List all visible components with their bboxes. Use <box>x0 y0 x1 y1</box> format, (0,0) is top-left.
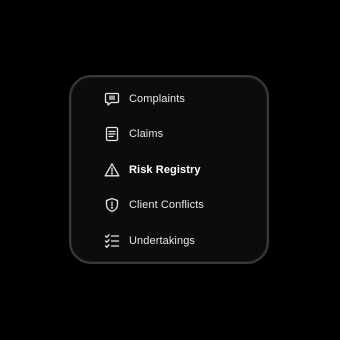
menu-item-label: Risk Registry <box>129 164 201 176</box>
menu-item-label: Undertakings <box>129 235 196 247</box>
menu-item-label: Complaints <box>129 93 186 105</box>
message-alert-icon <box>104 91 120 107</box>
menu-item-claims[interactable]: Claims <box>104 123 163 145</box>
document-lines-icon <box>104 126 120 142</box>
warning-triangle-icon <box>104 162 120 178</box>
menu-item-label: Claims <box>129 128 164 140</box>
menu-item-client-conflicts[interactable]: Client Conflicts <box>104 194 204 216</box>
menu-item-complaints[interactable]: Complaints <box>104 88 185 110</box>
screen: Complaints Claims Risk Registry Client C… <box>0 0 340 340</box>
menu-item-label: Client Conflicts <box>129 199 204 211</box>
checklist-icon <box>104 233 120 249</box>
menu-item-undertakings[interactable]: Undertakings <box>104 230 195 252</box>
shield-alert-icon <box>104 197 120 213</box>
menu-item-risk-registry[interactable]: Risk Registry <box>104 159 201 181</box>
dropdown-menu: Complaints Claims Risk Registry Client C… <box>69 75 269 264</box>
